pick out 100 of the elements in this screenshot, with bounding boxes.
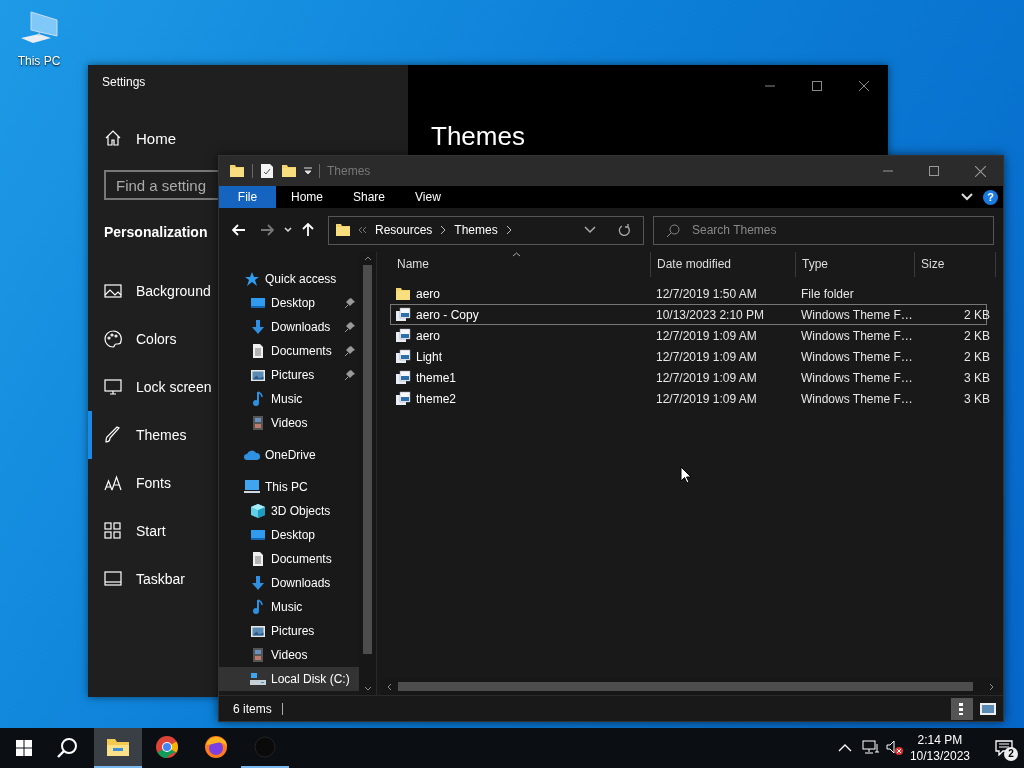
- brush-icon: [104, 426, 122, 444]
- file-row[interactable]: aero 12/7/2019 1:50 AM File folder: [390, 283, 987, 304]
- muted-speaker-icon[interactable]: [885, 740, 904, 756]
- ribbon-tab[interactable]: View: [400, 186, 456, 208]
- help-button[interactable]: ?: [983, 189, 998, 205]
- music-note-icon: [250, 599, 266, 615]
- nav-item[interactable]: This PC: [219, 475, 359, 499]
- chevron-up-icon[interactable]: [837, 744, 852, 752]
- scroll-left-icon[interactable]: [387, 682, 392, 691]
- settings-nav-item[interactable]: Lock screen: [88, 363, 212, 411]
- breadcrumb-item[interactable]: Themes: [454, 223, 498, 237]
- film-icon: [250, 647, 266, 663]
- ribbon-tab[interactable]: File: [219, 186, 276, 208]
- nav-item[interactable]: Desktop: [219, 291, 359, 315]
- film-icon: [250, 415, 266, 431]
- scroll-down-icon[interactable]: [363, 686, 372, 691]
- network-icon[interactable]: [861, 740, 880, 756]
- date-cell-text: 12/7/2019 1:09 AM: [655, 328, 758, 343]
- settings-nav-item[interactable]: Taskbar: [88, 555, 186, 603]
- theme-file-icon: [395, 390, 411, 407]
- scrollbar-thumb[interactable]: [398, 682, 973, 691]
- section-heading: Personalization: [104, 223, 208, 242]
- size-cell-text: 3 KB: [963, 370, 991, 385]
- column-header[interactable]: Date modified: [651, 252, 796, 277]
- up-arrow-icon[interactable]: [302, 223, 314, 237]
- nav-item[interactable]: Quick access: [219, 267, 359, 291]
- settings-nav-item[interactable]: Colors: [88, 315, 177, 363]
- notification-button[interactable]: 2: [984, 728, 1024, 768]
- date-cell-text: 12/7/2019 1:50 AM: [655, 286, 758, 301]
- maximize-icon[interactable]: [812, 81, 822, 91]
- pin-icon: [345, 322, 355, 332]
- folder-icon: [335, 222, 351, 238]
- type-cell-text: Windows Theme F…: [800, 370, 914, 385]
- music-note-icon: [250, 391, 266, 407]
- scroll-right-icon[interactable]: [989, 682, 994, 691]
- chevron-down-icon[interactable]: [584, 226, 596, 234]
- nav-item[interactable]: Documents: [219, 547, 359, 571]
- search-icon[interactable]: [56, 737, 78, 759]
- pin-icon: [345, 346, 355, 356]
- windows-start-icon[interactable]: [16, 740, 32, 756]
- address-bar[interactable]: Resources Themes: [328, 215, 644, 245]
- mouse-cursor-icon: [680, 466, 691, 484]
- theme-file-icon: [395, 327, 411, 344]
- ribbon-tab[interactable]: Share: [338, 186, 401, 208]
- nav-item[interactable]: Pictures: [219, 619, 359, 643]
- theme-file-icon: [395, 306, 411, 323]
- nav-item[interactable]: Music: [219, 387, 359, 411]
- nav-item[interactable]: Downloads: [219, 315, 359, 339]
- type-cell-text: Windows Theme F…: [800, 307, 914, 322]
- file-name: theme2: [416, 391, 457, 406]
- scrollbar-thumb[interactable]: [363, 265, 372, 654]
- column-header[interactable]: Name: [391, 252, 651, 277]
- details-view-button[interactable]: [951, 697, 973, 720]
- nav-item[interactable]: Documents: [219, 339, 359, 363]
- desktop-icon-label: This PC: [17, 54, 61, 68]
- taskbar-app[interactable]: [94, 728, 142, 768]
- properties-icon[interactable]: [260, 163, 274, 179]
- settings-nav-item[interactable]: Fonts: [88, 459, 171, 507]
- star-icon: [244, 271, 260, 287]
- nav-item[interactable]: Pictures: [219, 363, 359, 387]
- column-header[interactable]: Type: [796, 252, 915, 277]
- clock-time[interactable]: 2:14 PM: [917, 732, 963, 748]
- nav-item[interactable]: 3D Objects: [219, 499, 359, 523]
- nav-item[interactable]: Desktop: [219, 523, 359, 547]
- settings-nav-item[interactable]: Background: [88, 267, 211, 315]
- settings-nav-item[interactable]: Themes: [88, 411, 187, 459]
- nav-item[interactable]: Downloads: [219, 571, 359, 595]
- nav-item[interactable]: OneDrive: [219, 443, 359, 467]
- message-icon: [995, 740, 1013, 756]
- search-field[interactable]: Search Themes: [653, 215, 994, 245]
- size-cell-text: 2 KB: [963, 349, 991, 364]
- close-icon[interactable]: [975, 165, 986, 177]
- settings-nav-item[interactable]: Start: [88, 507, 166, 555]
- ribbon-tab[interactable]: Home: [276, 186, 338, 208]
- type-cell-text: Windows Theme F…: [800, 328, 914, 343]
- nav-item[interactable]: Local Disk (C:): [219, 667, 359, 691]
- refresh-icon[interactable]: [618, 223, 631, 237]
- scroll-up-icon[interactable]: [363, 256, 372, 261]
- date-cell-text: 12/7/2019 1:09 AM: [655, 349, 758, 364]
- dropdown-icon[interactable]: [304, 167, 312, 175]
- nav-item[interactable]: Music: [219, 595, 359, 619]
- breadcrumb-item[interactable]: Resources: [375, 223, 433, 237]
- back-arrow-icon[interactable]: [232, 224, 246, 236]
- nav-item[interactable]: Videos: [219, 411, 359, 435]
- type-cell-text: File folder: [800, 286, 855, 301]
- clock-date[interactable]: 10/13/2023: [909, 748, 970, 764]
- nav-item[interactable]: Videos: [219, 643, 359, 667]
- desktop-icon: [250, 527, 266, 543]
- type-cell-text: Windows Theme F…: [800, 349, 914, 364]
- chevron-right-icon[interactable]: [440, 226, 447, 234]
- font-icon: [104, 474, 122, 492]
- type-cell-text: Windows Theme F…: [800, 391, 914, 406]
- size-cell-text: 2 KB: [963, 328, 991, 343]
- column-header[interactable]: Size: [915, 252, 996, 277]
- close-icon[interactable]: [859, 81, 869, 91]
- home-link[interactable]: Home: [104, 118, 408, 158]
- fox-browser-icon: [204, 735, 228, 759]
- chevron-right-icon[interactable]: [505, 226, 512, 234]
- folder-icon: [395, 285, 411, 302]
- maximize-icon[interactable]: [929, 166, 939, 176]
